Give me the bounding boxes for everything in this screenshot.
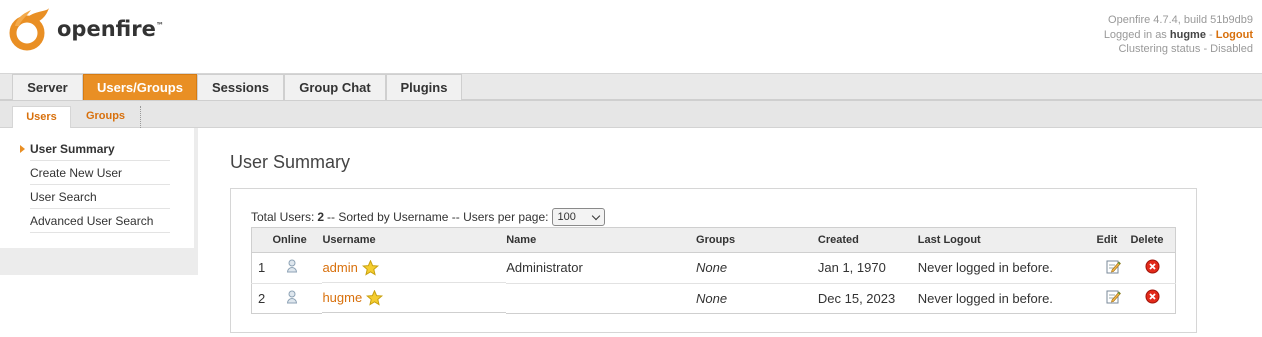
tab-sessions[interactable]: Sessions <box>197 74 284 100</box>
sidebar-item-user-search[interactable]: User Search <box>30 185 170 209</box>
col-last-logout[interactable]: Last Logout <box>917 227 1097 253</box>
username-link[interactable]: admin <box>322 260 357 275</box>
logged-in-label: Logged in as <box>1103 28 1167 41</box>
name-cell: Administrator <box>506 252 697 284</box>
summary-line: Total Users: 2 -- Sorted by Username -- … <box>251 208 606 226</box>
created-cell: Jan 1, 1970 <box>817 252 918 284</box>
offline-user-icon <box>287 259 298 273</box>
edit-icon[interactable] <box>1106 259 1121 274</box>
sidebar-item-label: User Summary <box>30 142 115 156</box>
col-edit: Edit <box>1096 227 1131 253</box>
logo-text: openfire™ <box>57 17 164 41</box>
version-text: Openfire 4.7.4, build 51b9db9 <box>1108 14 1253 26</box>
col-delete: Delete <box>1130 227 1177 253</box>
total-users: 2 <box>317 210 325 224</box>
groups-cell: None <box>696 252 818 284</box>
sidebar-item-create-new-user[interactable]: Create New User <box>30 161 170 185</box>
username-link[interactable]: hugme <box>322 290 362 305</box>
last-logout-cell: Never logged in before. <box>917 283 1097 314</box>
sidebar-item-advanced-user-search[interactable]: Advanced User Search <box>30 209 170 233</box>
last-logout-cell: Never logged in before. <box>917 252 1097 284</box>
login-line: Logged in as hugme - Logout <box>1103 28 1253 41</box>
header: openfire™ Openfire 4.7.4, build 51b9db9 … <box>0 0 1262 74</box>
name-cell <box>506 283 697 314</box>
clustering-status: Clustering status - Disabled <box>1118 43 1253 55</box>
tab-users-groups[interactable]: Users/Groups <box>83 74 197 100</box>
admin-star-icon <box>366 289 384 306</box>
openfire-flame-icon <box>9 8 49 51</box>
sidebar: User Summary Create New User User Search… <box>0 128 198 275</box>
chevron-down-icon <box>592 211 601 220</box>
tab-group-chat[interactable]: Group Chat <box>284 74 386 100</box>
delete-icon[interactable] <box>1145 289 1160 304</box>
row-number: 2 <box>251 283 273 314</box>
admin-star-icon <box>361 259 379 276</box>
col-groups: Groups <box>696 227 818 253</box>
current-user: hugme <box>1169 28 1206 41</box>
col-username[interactable]: Username <box>322 227 507 253</box>
offline-user-icon <box>287 290 298 303</box>
col-created[interactable]: Created <box>817 227 918 253</box>
logout-link[interactable]: Logout <box>1216 29 1253 41</box>
users-table: Online Username Name Groups Created Last… <box>251 227 1177 314</box>
row-number: 1 <box>251 252 273 284</box>
delete-icon[interactable] <box>1145 259 1160 274</box>
groups-cell: None <box>696 283 818 314</box>
subtab-users[interactable]: Users <box>12 106 71 128</box>
logo[interactable]: openfire™ <box>7 6 164 52</box>
table-row: 2 hugme None Dec 15, 2023 Never logged i… <box>251 283 1177 314</box>
sub-tabs: Users Groups <box>0 101 1262 128</box>
page-title: User Summary <box>230 152 351 172</box>
sidebar-item-user-summary[interactable]: User Summary <box>20 137 170 161</box>
tab-plugins[interactable]: Plugins <box>386 74 462 100</box>
edit-icon[interactable] <box>1106 289 1121 304</box>
col-online: Online <box>272 227 323 253</box>
main-tabs: Server Users/Groups Sessions Group Chat … <box>0 74 1262 101</box>
table-row: 1 admin Administrator None Jan 1, 1970 N… <box>251 252 1177 284</box>
table-header-row: Online Username Name Groups Created Last… <box>251 227 1177 253</box>
session-info: Openfire 4.7.4, build 51b9db9 Logged in … <box>1104 13 1253 57</box>
current-arrow-icon <box>20 145 25 153</box>
tab-server[interactable]: Server <box>12 74 83 100</box>
created-cell: Dec 15, 2023 <box>817 283 918 314</box>
col-name[interactable]: Name <box>506 227 697 253</box>
user-summary-panel: Total Users: 2 -- Sorted by Username -- … <box>230 188 1197 333</box>
subtab-groups[interactable]: Groups <box>71 106 141 128</box>
users-per-page-select[interactable]: 100 <box>552 208 606 226</box>
